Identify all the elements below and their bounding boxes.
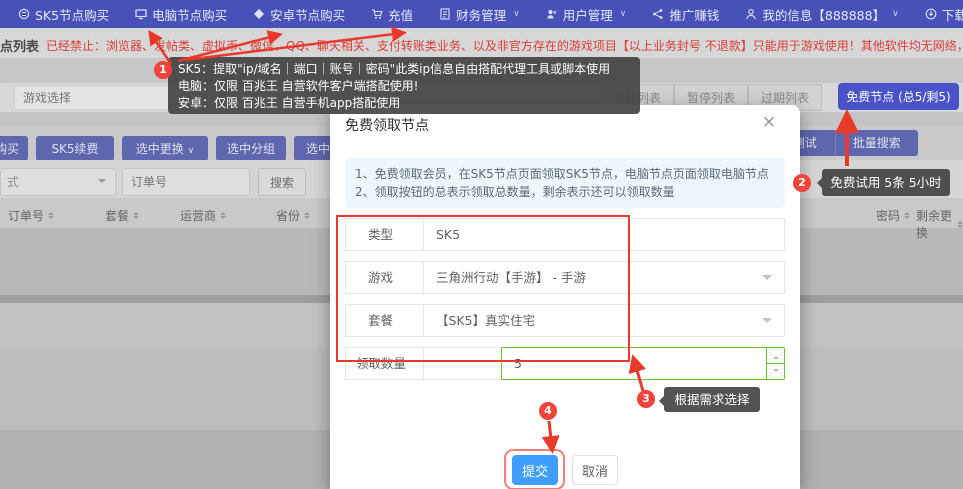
game-select[interactable]: 三角洲行动【手游】 - 手游	[424, 262, 784, 293]
tooltip-line-android: 安卓：仅限 百兆王 自营手机app搭配使用	[178, 95, 630, 112]
dialog-notice: 1、免费领取会员，在SK5节点页面领取SK5节点，电脑节点页面领取电脑节点 2、…	[345, 158, 785, 208]
chevron-down-icon	[762, 275, 772, 285]
free-node-button[interactable]: 免费节点 (总5/剩5)	[838, 83, 959, 110]
game-label: 游戏	[346, 262, 424, 293]
cancel-button[interactable]: 取消	[572, 455, 618, 485]
close-icon[interactable]: ×	[758, 111, 780, 133]
computer-node-icon	[135, 8, 147, 20]
nav-item-promote[interactable]: 推广赚钱	[652, 5, 719, 24]
field-row-package: 套餐 【SK5】真实住宅	[345, 304, 785, 337]
socks-node-icon	[18, 8, 30, 20]
selected-change-button[interactable]: 选中更换 ∨	[122, 136, 208, 161]
warning-bar: 节点列表 已经禁止：浏览器、发帖类、虚拟币、微信、QQ、聊天相关、支付转账类业务…	[0, 28, 963, 58]
chevron-down-icon	[98, 179, 106, 187]
annotation-number-1: 1	[154, 61, 172, 79]
nav-item-recharge[interactable]: 充值	[371, 5, 413, 24]
search-button[interactable]: 搜索	[258, 168, 306, 196]
claim-free-node-dialog: 免费领取节点 × 1、免费领取会员，在SK5节点页面领取SK5节点，电脑节点页面…	[330, 105, 800, 489]
field-row-quantity: 领取数量	[345, 347, 785, 380]
android-node-icon	[253, 8, 265, 20]
dialog-title: 免费领取节点	[345, 115, 429, 135]
quantity-label: 领取数量	[346, 348, 424, 379]
sort-icon[interactable]	[957, 218, 963, 231]
column-remaining-changes[interactable]: 剩余更换	[916, 207, 963, 241]
package-label: 套餐	[346, 305, 424, 336]
quantity-input-box	[501, 347, 785, 380]
download-icon	[925, 8, 937, 20]
column-carrier[interactable]: 运营商	[180, 207, 226, 224]
column-order-number[interactable]: 订单号	[8, 207, 54, 224]
choose-as-needed-tooltip: 根据需求选择	[664, 387, 760, 412]
column-province[interactable]: 省份	[276, 207, 310, 224]
chevron-down-icon: ∨	[513, 9, 520, 19]
top-navbar: SK5节点购买 电脑节点购买 安卓节点购买 充值 财务管理∨ 用户管理∨ 推广赚…	[0, 0, 963, 28]
app-screen: SK5节点购买 电脑节点购买 安卓节点购买 充值 财务管理∨ 用户管理∨ 推广赚…	[0, 0, 963, 489]
notice-line-2: 2、领取按钮的总表示领取总数量，剩余表示还可以领取数量	[355, 183, 775, 201]
tooltip-line-sk5: SK5：提取"ip/域名｜端口｜账号｜密码"此类ip信息自由搭配代理工具或脚本使…	[178, 61, 630, 78]
nav-item-sk5-buy[interactable]: SK5节点购买	[18, 5, 109, 24]
sk5-buy-button[interactable]: SK5购买	[0, 136, 28, 161]
node-list-label: 节点列表	[0, 36, 39, 55]
person-icon	[745, 8, 757, 20]
nav-item-my-info[interactable]: 我的信息【888888】∨	[745, 5, 898, 24]
chevron-down-icon: ∨	[892, 9, 899, 19]
share-icon	[652, 8, 664, 20]
submit-button[interactable]: 提交	[512, 455, 558, 485]
nav-item-download[interactable]: 下载客户端	[925, 5, 963, 24]
stepper-down-icon[interactable]	[767, 364, 784, 379]
notice-line-1: 1、免费领取会员，在SK5节点页面领取SK5节点，电脑节点页面领取电脑节点	[355, 165, 775, 183]
forbidden-warning-text: 已经禁止：浏览器、发帖类、虚拟币、微信、QQ、聊天相关、支付转账类业务、以及非官…	[46, 37, 963, 54]
sort-icon[interactable]	[48, 209, 54, 222]
recharge-cart-icon	[371, 8, 383, 20]
sk5-renew-button[interactable]: SK5续费	[36, 136, 114, 161]
order-number-input[interactable]	[122, 168, 250, 196]
node-types-tooltip: SK5：提取"ip/域名｜端口｜账号｜密码"此类ip信息自由搭配代理工具或脚本使…	[168, 57, 640, 114]
sort-icon[interactable]	[304, 209, 310, 222]
quantity-stepper	[766, 348, 784, 379]
annotation-number-2: 2	[793, 174, 811, 192]
chevron-down-icon: ∨	[620, 9, 627, 19]
nav-item-finance[interactable]: 财务管理∨	[439, 5, 520, 24]
annotation-number-3: 3	[637, 390, 655, 408]
batch-search-button[interactable]: 批量搜索	[835, 130, 919, 156]
chevron-down-icon: ∨	[188, 146, 195, 156]
nav-item-users[interactable]: 用户管理∨	[546, 5, 627, 24]
field-row-type: 类型 SK5	[345, 218, 785, 251]
chevron-down-icon	[762, 318, 772, 328]
type-label: 类型	[346, 219, 424, 250]
nav-item-pc-buy[interactable]: 电脑节点购买	[135, 5, 227, 24]
users-icon	[546, 8, 558, 20]
free-trial-tooltip: 免费试用 5条 5小时	[822, 169, 950, 196]
quantity-input[interactable]	[502, 348, 766, 379]
sort-icon[interactable]	[133, 209, 139, 222]
sort-icon[interactable]	[220, 209, 226, 222]
selected-group-button[interactable]: 选中分组	[216, 136, 286, 161]
type-value: SK5	[424, 219, 784, 250]
stepper-up-icon[interactable]	[767, 348, 784, 364]
annotation-number-4: 4	[539, 402, 557, 420]
finance-doc-icon	[439, 8, 451, 20]
column-package[interactable]: 套餐	[105, 207, 139, 224]
sort-icon[interactable]	[904, 209, 910, 222]
nav-item-android-buy[interactable]: 安卓节点购买	[253, 5, 345, 24]
field-row-game: 游戏 三角洲行动【手游】 - 手游	[345, 261, 785, 294]
column-password[interactable]: 密码	[876, 207, 910, 224]
tooltip-line-pc: 电脑：仅限 百兆王 自营软件客户端搭配使用!	[178, 78, 630, 95]
package-select[interactable]: 【SK5】真实住宅	[424, 305, 784, 336]
